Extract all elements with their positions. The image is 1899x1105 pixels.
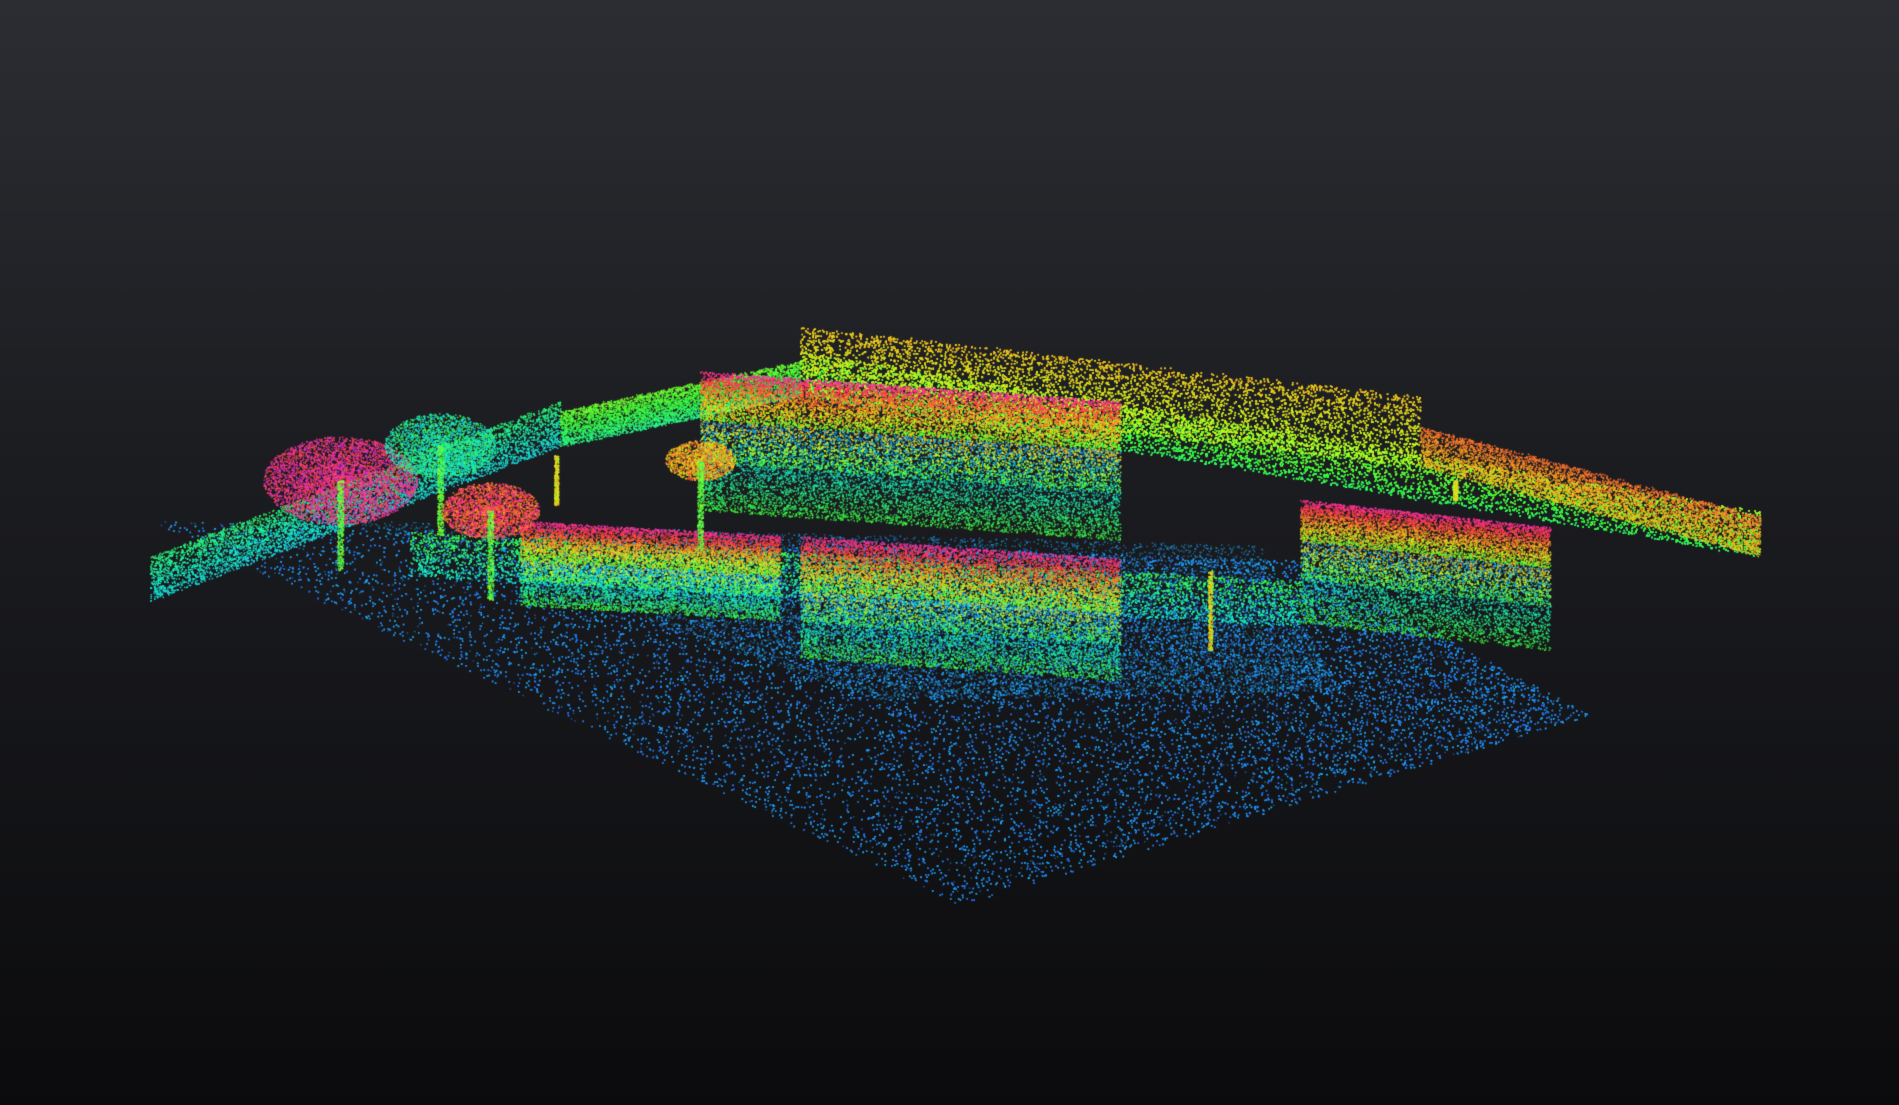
point-cloud-viewport[interactable] [0, 0, 1899, 1105]
point-cloud-canvas[interactable] [0, 0, 1899, 1105]
